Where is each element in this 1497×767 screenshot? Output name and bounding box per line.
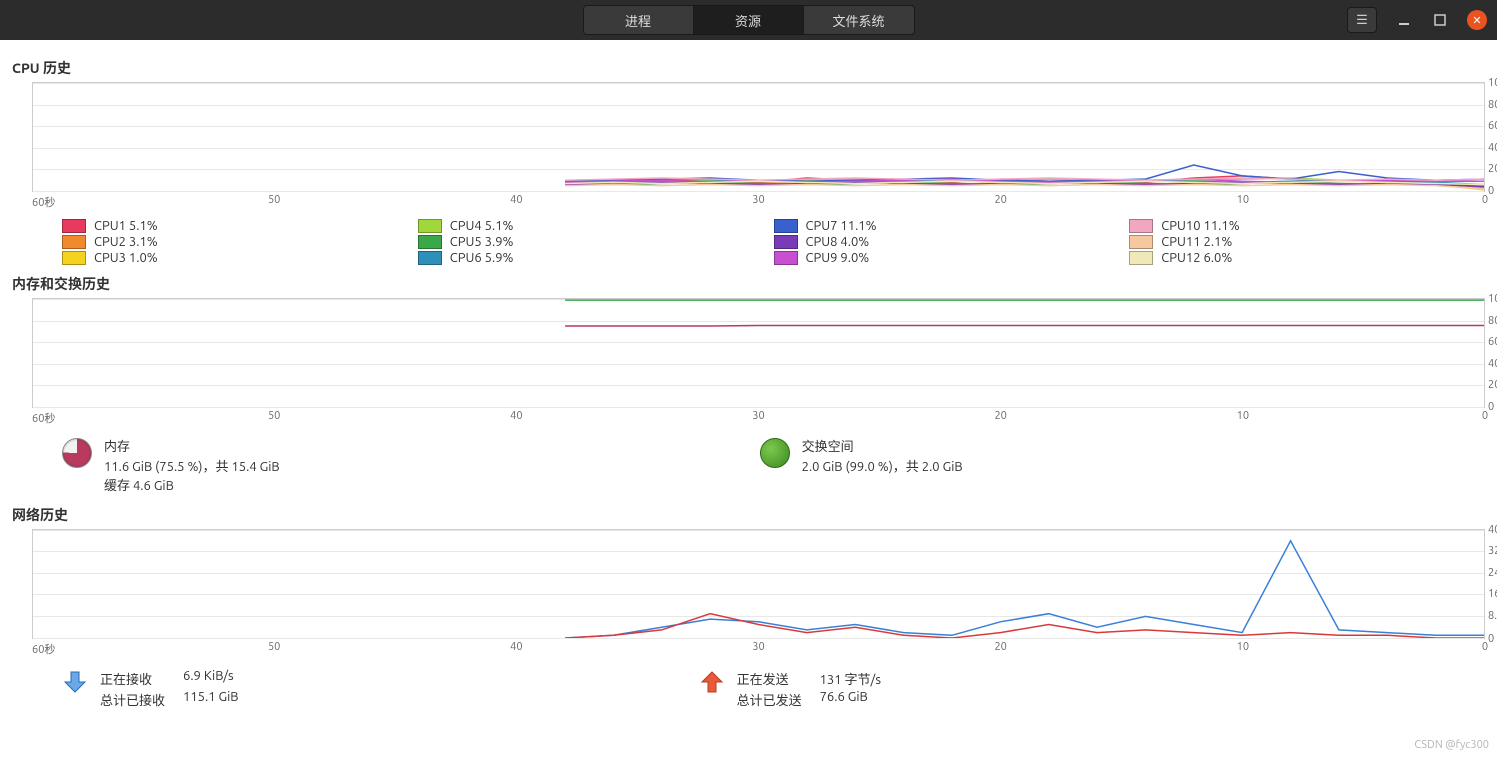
memory-x-axis: 60秒50403020100 [32,410,1485,428]
recv-label: 正在接收 [100,669,165,688]
cpu-legend-item[interactable]: CPU1 5.1% [62,218,418,234]
cpu-legend-swatch [62,235,86,249]
send-total-value: 76.6 GiB [820,690,881,709]
cpu-legend-swatch [1129,219,1153,233]
cpu-legend-item[interactable]: CPU7 11.1% [774,218,1130,234]
cpu-legend-label: CPU12 6.0% [1161,251,1232,265]
send-rate-value: 131 字节/s [820,669,881,688]
cpu-legend-label: CPU2 3.1% [94,235,158,249]
cpu-section: CPU 历史 100 %80 %60 %40 %20 %0 % 60秒50403… [12,58,1485,266]
cpu-legend-item[interactable]: CPU2 3.1% [62,234,418,250]
cpu-legend-label: CPU9 9.0% [806,251,870,265]
network-section: 网络历史 40.0 KiB/s32.0 KiB/s24.0 KiB/s16.0 … [12,505,1485,709]
cpu-legend-label: CPU7 11.1% [806,219,877,233]
content-area: CPU 历史 100 %80 %60 %40 %20 %0 % 60秒50403… [0,40,1497,767]
cpu-legend-swatch [62,251,86,265]
cpu-legend-label: CPU4 5.1% [450,219,514,233]
watermark: CSDN @fyc300 [1414,739,1489,751]
cpu-legend-swatch [418,219,442,233]
swap-usage-value: 2.0 GiB (99.0 %)，共 2.0 GiB [802,458,963,478]
send-total-label: 总计已发送 [737,690,802,709]
cpu-section-title: CPU 历史 [12,58,1485,78]
network-x-axis: 60秒50403020100 [32,641,1485,659]
download-arrow-icon [62,669,88,695]
cpu-legend-item[interactable]: CPU6 5.9% [418,250,774,266]
tab-resources[interactable]: 资源 [694,6,804,34]
titlebar: 进程 资源 文件系统 ☰ ✕ [0,0,1497,40]
memory-label: 内存 [104,438,280,458]
tab-processes[interactable]: 进程 [584,6,694,34]
cpu-chart: 100 %80 %60 %40 %20 %0 % [32,82,1485,192]
cpu-legend-swatch [774,251,798,265]
window-controls: ☰ ✕ [1347,7,1487,33]
cpu-legend-swatch [418,251,442,265]
network-receive-block: 正在接收 6.9 KiB/s 总计已接收 115.1 GiB [62,669,239,709]
memory-pie-icon [62,438,92,468]
swap-meter: 交换空间 2.0 GiB (99.0 %)，共 2.0 GiB [760,438,963,497]
network-y-axis: 40.0 KiB/s32.0 KiB/s24.0 KiB/s16.0 KiB/s… [1488,530,1497,638]
maximize-button[interactable] [1431,11,1449,29]
cpu-legend-swatch [1129,251,1153,265]
network-chart: 40.0 KiB/s32.0 KiB/s24.0 KiB/s16.0 KiB/s… [32,529,1485,639]
memory-y-axis: 100 %80 %60 %40 %20 %0 % [1488,299,1497,407]
cpu-legend-item[interactable]: CPU3 1.0% [62,250,418,266]
memory-chart: 100 %80 %60 %40 %20 %0 % [32,298,1485,408]
cpu-legend-label: CPU11 2.1% [1161,235,1232,249]
cpu-legend-item[interactable]: CPU5 3.9% [418,234,774,250]
memory-cache-value: 缓存 4.6 GiB [104,477,280,497]
network-section-title: 网络历史 [12,505,1485,525]
cpu-legend-item[interactable]: CPU9 9.0% [774,250,1130,266]
cpu-legend-swatch [774,219,798,233]
cpu-legend-swatch [418,235,442,249]
cpu-legend-swatch [1129,235,1153,249]
cpu-legend-label: CPU1 5.1% [94,219,158,233]
recv-total-value: 115.1 GiB [183,690,239,709]
send-label: 正在发送 [737,669,802,688]
close-icon: ✕ [1472,14,1481,27]
memory-usage-value: 11.6 GiB (75.5 %)，共 15.4 GiB [104,458,280,478]
memory-meter: 内存 11.6 GiB (75.5 %)，共 15.4 GiB 缓存 4.6 G… [62,438,280,497]
cpu-legend: CPU1 5.1% CPU4 5.1% CPU7 11.1% CPU10 11.1% C… [62,218,1485,266]
cpu-legend-item[interactable]: CPU11 2.1% [1129,234,1485,250]
cpu-legend-item[interactable]: CPU10 11.1% [1129,218,1485,234]
menu-button[interactable]: ☰ [1347,7,1377,33]
cpu-y-axis: 100 %80 %60 %40 %20 %0 % [1488,83,1497,191]
swap-pie-icon [760,438,790,468]
tab-filesystems[interactable]: 文件系统 [804,6,914,34]
minimize-button[interactable] [1395,11,1413,29]
network-send-block: 正在发送 131 字节/s 总计已发送 76.6 GiB [699,669,881,709]
cpu-legend-swatch [62,219,86,233]
memory-section: 内存和交换历史 100 %80 %60 %40 %20 %0 % 60秒5040… [12,274,1485,497]
cpu-legend-label: CPU5 3.9% [450,235,514,249]
cpu-legend-item[interactable]: CPU4 5.1% [418,218,774,234]
hamburger-icon: ☰ [1356,13,1368,28]
cpu-legend-label: CPU3 1.0% [94,251,158,265]
recv-total-label: 总计已接收 [100,690,165,709]
cpu-legend-label: CPU8 4.0% [806,235,870,249]
cpu-legend-item[interactable]: CPU8 4.0% [774,234,1130,250]
upload-arrow-icon [699,669,725,695]
cpu-legend-item[interactable]: CPU12 6.0% [1129,250,1485,266]
cpu-x-axis: 60秒50403020100 [32,194,1485,212]
cpu-legend-label: CPU10 11.1% [1161,219,1239,233]
recv-rate-value: 6.9 KiB/s [183,669,239,688]
cpu-legend-label: CPU6 5.9% [450,251,514,265]
swap-label: 交换空间 [802,438,963,458]
close-button[interactable]: ✕ [1467,10,1487,30]
memory-section-title: 内存和交换历史 [12,274,1485,294]
view-tabs: 进程 资源 文件系统 [583,5,915,35]
cpu-legend-swatch [774,235,798,249]
